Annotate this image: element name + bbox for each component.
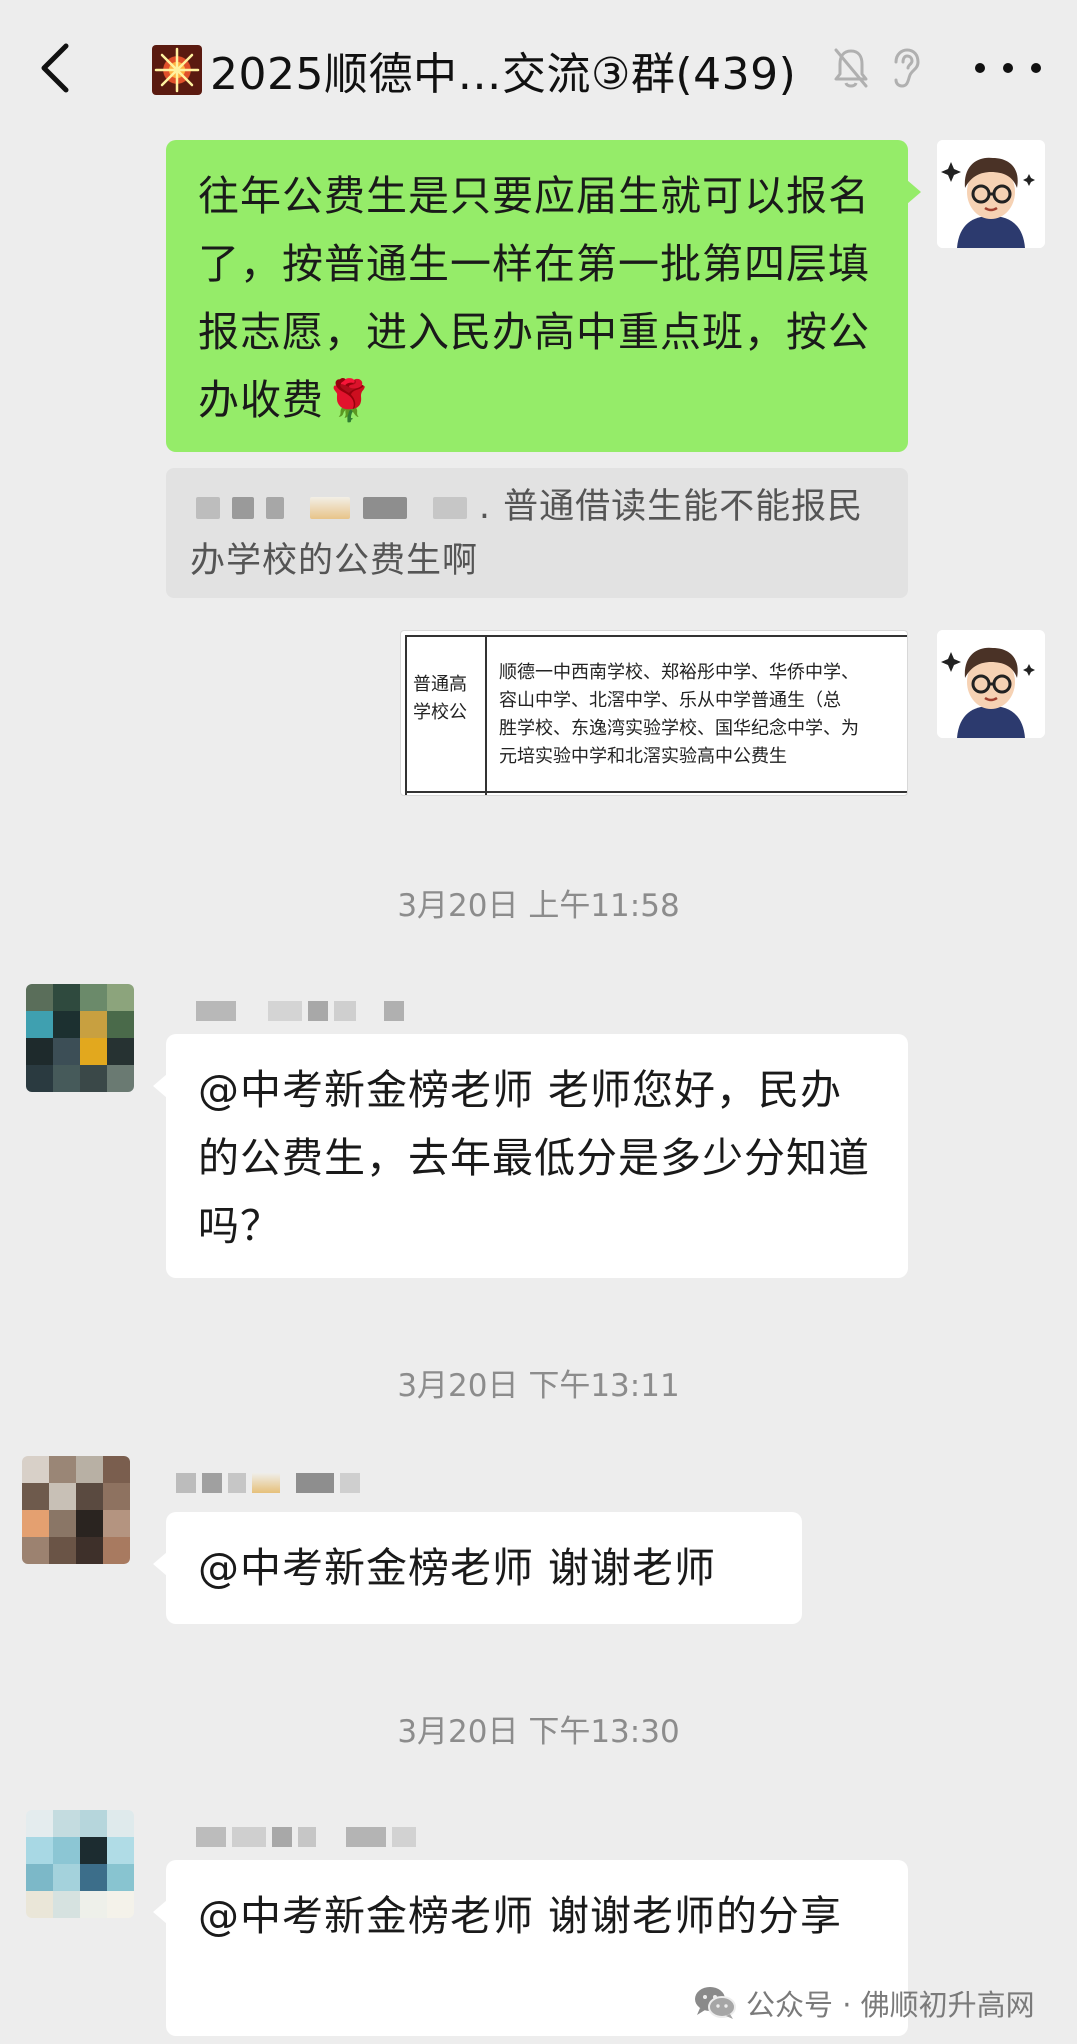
message-bubble-other[interactable]: @中考新金榜老师 老师您好，民办的公费生，去年最低分是多少分知道吗？ xyxy=(153,1034,908,1278)
quoted-message-text: . 普通借读生能不能报民办学校的公费生啊 xyxy=(190,487,864,581)
chat-header: 2025顺德中…交流③群(439) xyxy=(0,0,1077,136)
firework-icon xyxy=(152,45,202,95)
timestamp: 3月20日 上午11:58 xyxy=(397,888,680,924)
sender-name-blurred xyxy=(196,1826,422,1854)
more-dots-icon[interactable] xyxy=(970,50,1046,86)
image-table-col1: 普通高学校公 xyxy=(407,637,487,795)
sender-avatar[interactable] xyxy=(26,984,134,1092)
chat-title: 2025顺德中…交流③群(439) xyxy=(210,49,797,100)
ear-icon xyxy=(888,46,922,90)
bell-muted-icon xyxy=(832,46,870,90)
watermark: 公众号 · 佛顺初升高网 xyxy=(694,1978,1035,2028)
message-text: @中考新金榜老师 谢谢老师的分享 xyxy=(198,1892,843,1940)
back-arrow-icon[interactable] xyxy=(30,38,86,98)
timestamp: 3月20日 下午13:30 xyxy=(397,1714,680,1750)
sender-name-blurred xyxy=(176,1472,366,1500)
message-text: @中考新金榜老师 老师您好，民办的公费生，去年最低分是多少分知道吗？ xyxy=(198,1066,870,1250)
sender-avatar[interactable] xyxy=(26,1810,134,1918)
wechat-icon xyxy=(695,1987,736,2019)
quoted-message[interactable]: . 普通借读生能不能报民办学校的公费生啊 xyxy=(166,468,908,598)
watermark-text: 公众号 · 佛顺初升高网 xyxy=(746,1988,1035,2022)
sender-avatar[interactable] xyxy=(22,1456,130,1564)
self-avatar[interactable] xyxy=(937,630,1045,738)
sender-name-blurred xyxy=(196,1000,410,1028)
message-bubble-other[interactable]: @中考新金榜老师 谢谢老师 xyxy=(153,1512,802,1624)
image-table-col2: 顺德一中西南学校、郑裕彤中学、华侨中学、 容山中学、北滘中学、乐从中学普通生（总… xyxy=(499,662,859,767)
timestamp: 3月20日 下午13:11 xyxy=(397,1368,680,1404)
message-text: @中考新金榜老师 谢谢老师 xyxy=(198,1544,717,1592)
self-avatar[interactable] xyxy=(937,140,1045,248)
image-message[interactable]: 普通高学校公 顺德一中西南学校、郑裕彤中学、华侨中学、 容山中学、北滘中学、乐从… xyxy=(400,630,908,796)
message-bubble-self[interactable]: 往年公费生是只要应届生就可以报名了，按普通生一样在第一批第四层填报志愿，进入民办… xyxy=(166,140,921,452)
chat-title-area[interactable]: 2025顺德中…交流③群(439) xyxy=(152,38,796,102)
message-text: 往年公费生是只要应届生就可以报名了，按普通生一样在第一批第四层填报志愿，进入民办… xyxy=(198,172,870,424)
rose-emoji: 🌹 xyxy=(324,378,375,424)
